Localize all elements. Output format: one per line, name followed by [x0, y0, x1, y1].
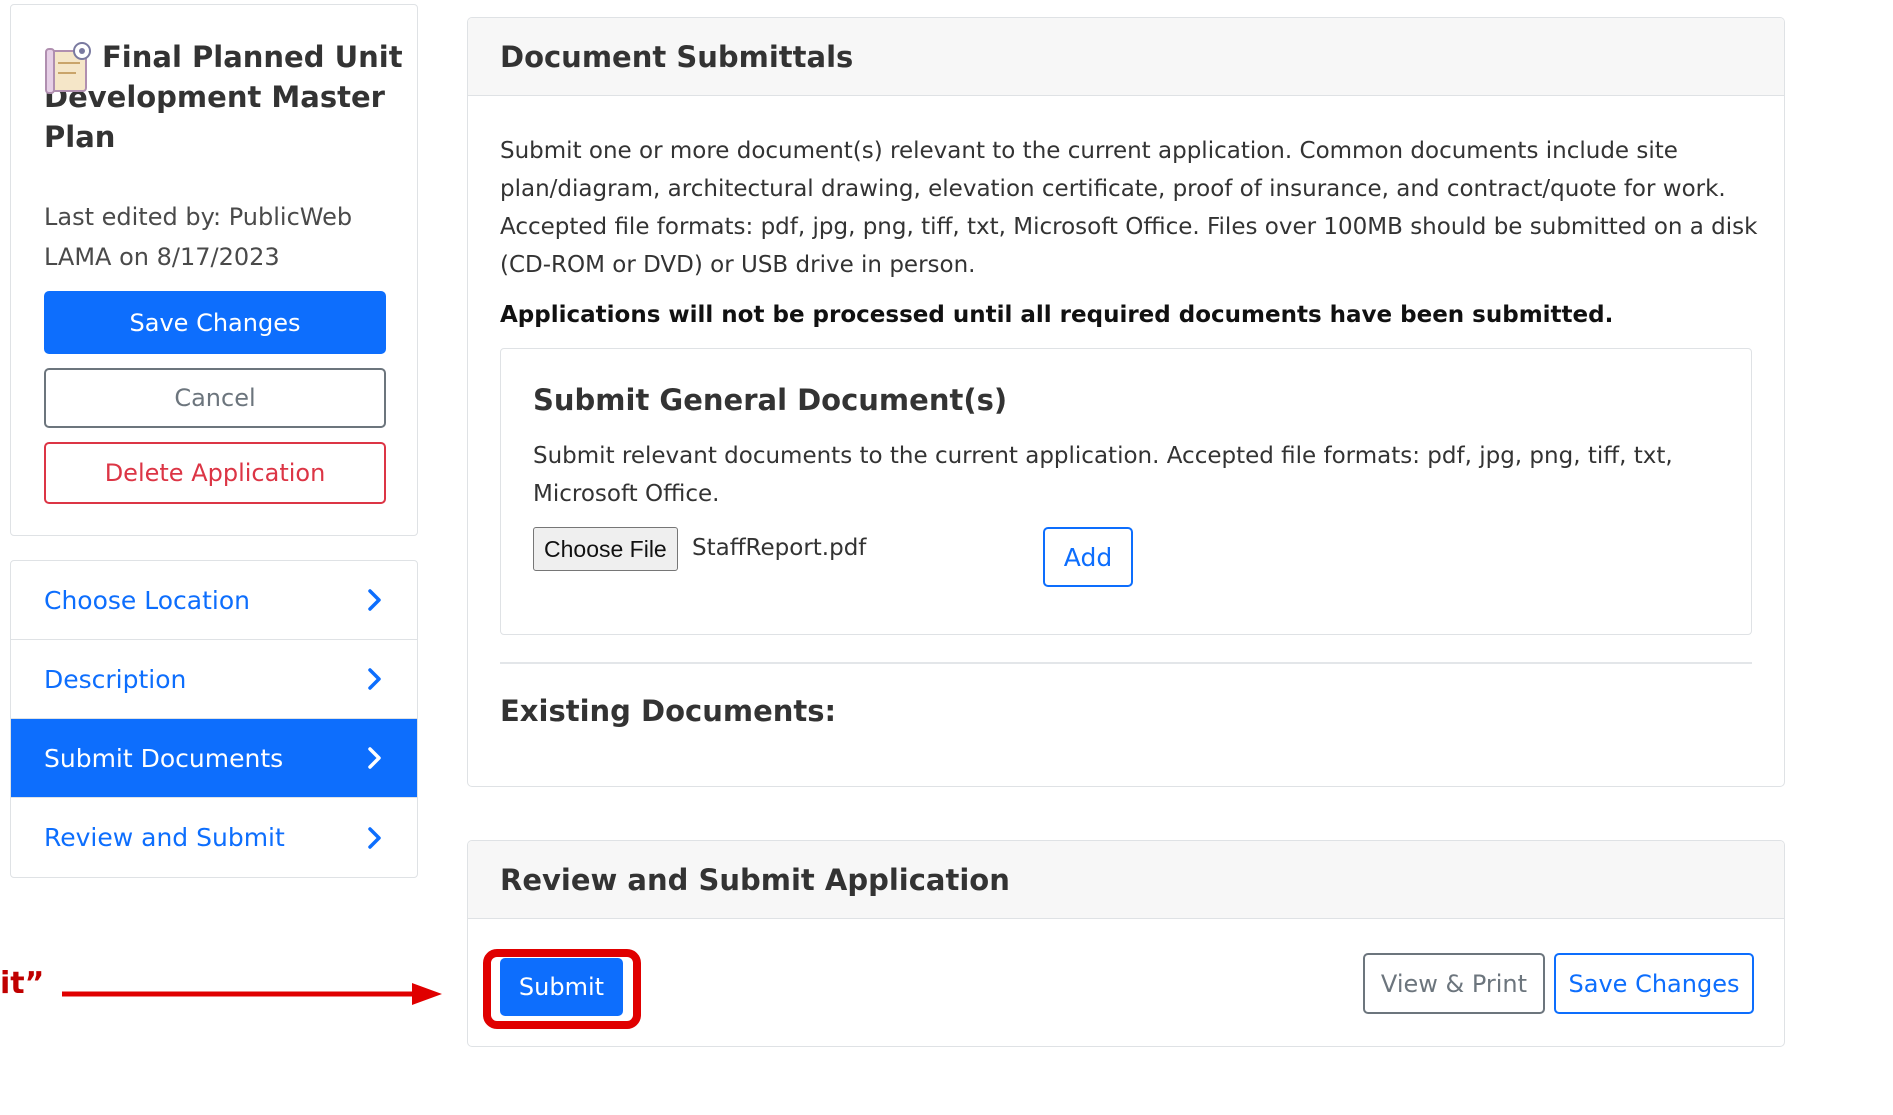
nav-item-choose-location[interactable]: Choose Location — [11, 561, 417, 640]
review-submit-card: Review and Submit Application Submit Vie… — [467, 840, 1785, 1047]
choose-file-button[interactable]: Choose File — [533, 527, 678, 571]
save-changes-button[interactable]: Save Changes — [44, 291, 386, 354]
nav-item-label: Choose Location — [44, 585, 250, 615]
submit-highlight-box — [483, 949, 641, 1029]
last-edited-text: Last edited by: PublicWeb LAMA on 8/17/2… — [44, 203, 353, 271]
chevron-right-icon — [368, 826, 381, 849]
general-documents-description: Submit relevant documents to the current… — [533, 443, 1673, 507]
step-navigation: Choose Location Description Submit Docum… — [10, 560, 418, 878]
annotation-label: it” — [0, 966, 45, 1001]
nav-item-submit-documents[interactable]: Submit Documents — [11, 719, 417, 798]
nav-item-review-and-submit[interactable]: Review and Submit — [11, 798, 417, 877]
blueprint-gear-icon — [45, 42, 91, 94]
review-save-changes-button[interactable]: Save Changes — [1554, 953, 1754, 1014]
document-submittals-card: Document Submittals Submit one or more d… — [467, 17, 1785, 787]
app-title-block: Final Planned Unit Development Master Pl… — [44, 37, 404, 157]
cancel-button[interactable]: Cancel — [44, 368, 386, 428]
add-document-button[interactable]: Add — [1043, 527, 1133, 587]
nav-item-label: Submit Documents — [44, 743, 284, 773]
general-documents-card: Submit General Document(s) Submit releva… — [500, 348, 1752, 635]
nav-item-label: Review and Submit — [44, 823, 285, 852]
existing-documents-heading: Existing Documents: — [500, 694, 837, 728]
chevron-right-icon — [368, 589, 381, 611]
annotation-arrow-icon — [62, 983, 442, 1005]
chevron-right-icon — [368, 668, 381, 690]
general-documents-title: Submit General Document(s) — [533, 383, 1008, 417]
application-summary-card: Final Planned Unit Development Master Pl… — [10, 4, 418, 536]
selected-file-name: StaffReport.pdf — [692, 535, 867, 561]
nav-item-label: Description — [44, 664, 187, 694]
divider — [500, 662, 1752, 664]
document-submittals-header: Document Submittals — [468, 18, 1784, 96]
view-print-button[interactable]: View & Print — [1363, 953, 1545, 1014]
document-instructions: Submit one or more document(s) relevant … — [500, 138, 1758, 278]
required-documents-warning: Applications will not be processed until… — [500, 302, 1614, 328]
chevron-right-icon — [368, 747, 381, 769]
delete-application-button[interactable]: Delete Application — [44, 442, 386, 504]
review-submit-header: Review and Submit Application — [468, 841, 1784, 919]
app-title: Final Planned Unit Development Master Pl… — [44, 40, 403, 154]
nav-item-description[interactable]: Description — [11, 640, 417, 719]
